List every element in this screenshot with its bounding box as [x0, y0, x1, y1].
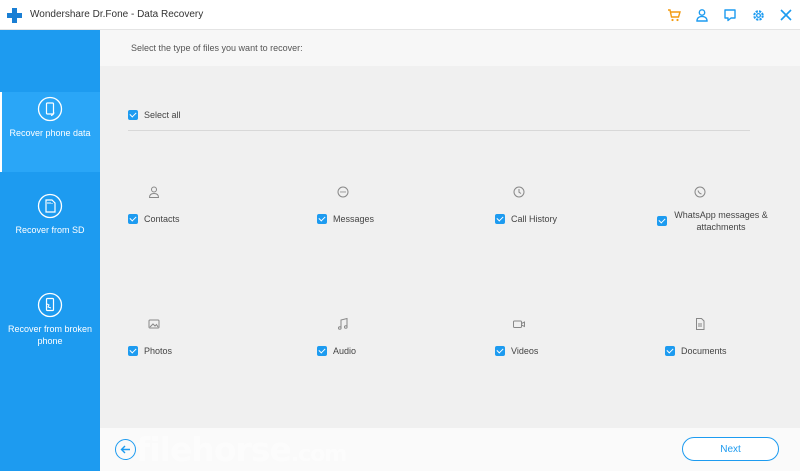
checkbox-checked[interactable] — [128, 214, 138, 224]
sidebar-item-label: Recover from broken phone — [7, 324, 93, 346]
message-icon — [337, 186, 349, 198]
watermark-suffix: .com — [290, 442, 347, 467]
checkbox-checked[interactable] — [317, 214, 327, 224]
watermark-logo: filehorse.com — [136, 430, 347, 469]
broken-phone-icon — [37, 292, 63, 318]
file-type-audio[interactable]: Audio — [317, 317, 467, 367]
app-logo-icon — [7, 8, 22, 23]
file-type-label: Documents — [681, 346, 727, 356]
divider — [128, 130, 750, 131]
settings-icon[interactable] — [744, 0, 772, 30]
whatsapp-icon — [694, 186, 706, 198]
music-icon — [338, 317, 348, 330]
feedback-icon[interactable] — [716, 0, 744, 30]
checkbox-checked[interactable] — [495, 346, 505, 356]
back-button[interactable] — [115, 439, 136, 460]
sidebar-item-recover-phone-data[interactable]: Recover phone data — [0, 92, 100, 172]
file-type-whatsapp[interactable]: WhatsApp messages & attachments — [657, 185, 777, 235]
checkbox-checked[interactable] — [128, 346, 138, 356]
title-bar: Wondershare Dr.Fone - Data Recovery — [0, 0, 800, 30]
sidebar-item-label: Recover from SD — [15, 225, 85, 235]
cart-icon[interactable] — [660, 0, 688, 30]
document-icon — [696, 318, 705, 330]
checkbox-checked[interactable] — [495, 214, 505, 224]
sidebar: Recover phone data Recover from SD Recov… — [0, 30, 100, 471]
sidebar-item-recover-from-broken-phone[interactable]: Recover from broken phone — [0, 292, 100, 347]
file-type-photos[interactable]: Photos — [128, 317, 278, 367]
photo-icon — [148, 319, 160, 329]
title-bar-actions — [660, 0, 800, 30]
select-all-label: Select all — [144, 110, 181, 120]
next-button[interactable]: Next — [682, 437, 779, 461]
phone-recover-icon — [37, 96, 63, 122]
close-icon[interactable] — [772, 0, 800, 30]
checkbox-checked[interactable] — [657, 216, 667, 226]
watermark-text: filehorse — [136, 430, 292, 469]
file-type-contacts[interactable]: Contacts — [128, 185, 278, 235]
file-type-label: Contacts — [144, 214, 180, 224]
file-type-label: Videos — [511, 346, 539, 356]
file-type-call-history[interactable]: Call History — [495, 185, 645, 235]
sidebar-item-recover-from-sd[interactable]: Recover from SD — [0, 193, 100, 236]
checkbox-checked[interactable] — [317, 346, 327, 356]
header-band: Select the type of files you want to rec… — [100, 30, 800, 66]
file-type-label: Messages — [333, 214, 375, 224]
user-icon[interactable] — [688, 0, 716, 30]
app-title: Wondershare Dr.Fone - Data Recovery — [30, 9, 204, 20]
arrow-left-icon — [120, 445, 130, 454]
sidebar-item-label: Recover phone data — [9, 128, 91, 138]
page-prompt: Select the type of files you want to rec… — [131, 43, 303, 53]
video-icon — [513, 320, 525, 328]
select-all-checkbox[interactable]: Select all — [128, 110, 181, 120]
sd-card-icon — [37, 193, 63, 219]
checkbox-checked[interactable] — [128, 110, 138, 120]
checkbox-checked[interactable] — [665, 346, 675, 356]
file-type-videos[interactable]: Videos — [495, 317, 645, 367]
file-type-label: Photos — [144, 346, 173, 356]
file-type-label: Call History — [511, 214, 558, 224]
file-type-messages[interactable]: Messages — [317, 185, 467, 235]
main-panel: Select the type of files you want to rec… — [100, 30, 800, 471]
file-type-label: WhatsApp messages & attachments — [674, 210, 768, 232]
file-type-documents[interactable]: Documents — [665, 317, 800, 367]
file-type-label: Audio — [333, 346, 357, 356]
clock-icon — [513, 186, 525, 198]
contact-icon — [148, 186, 160, 198]
